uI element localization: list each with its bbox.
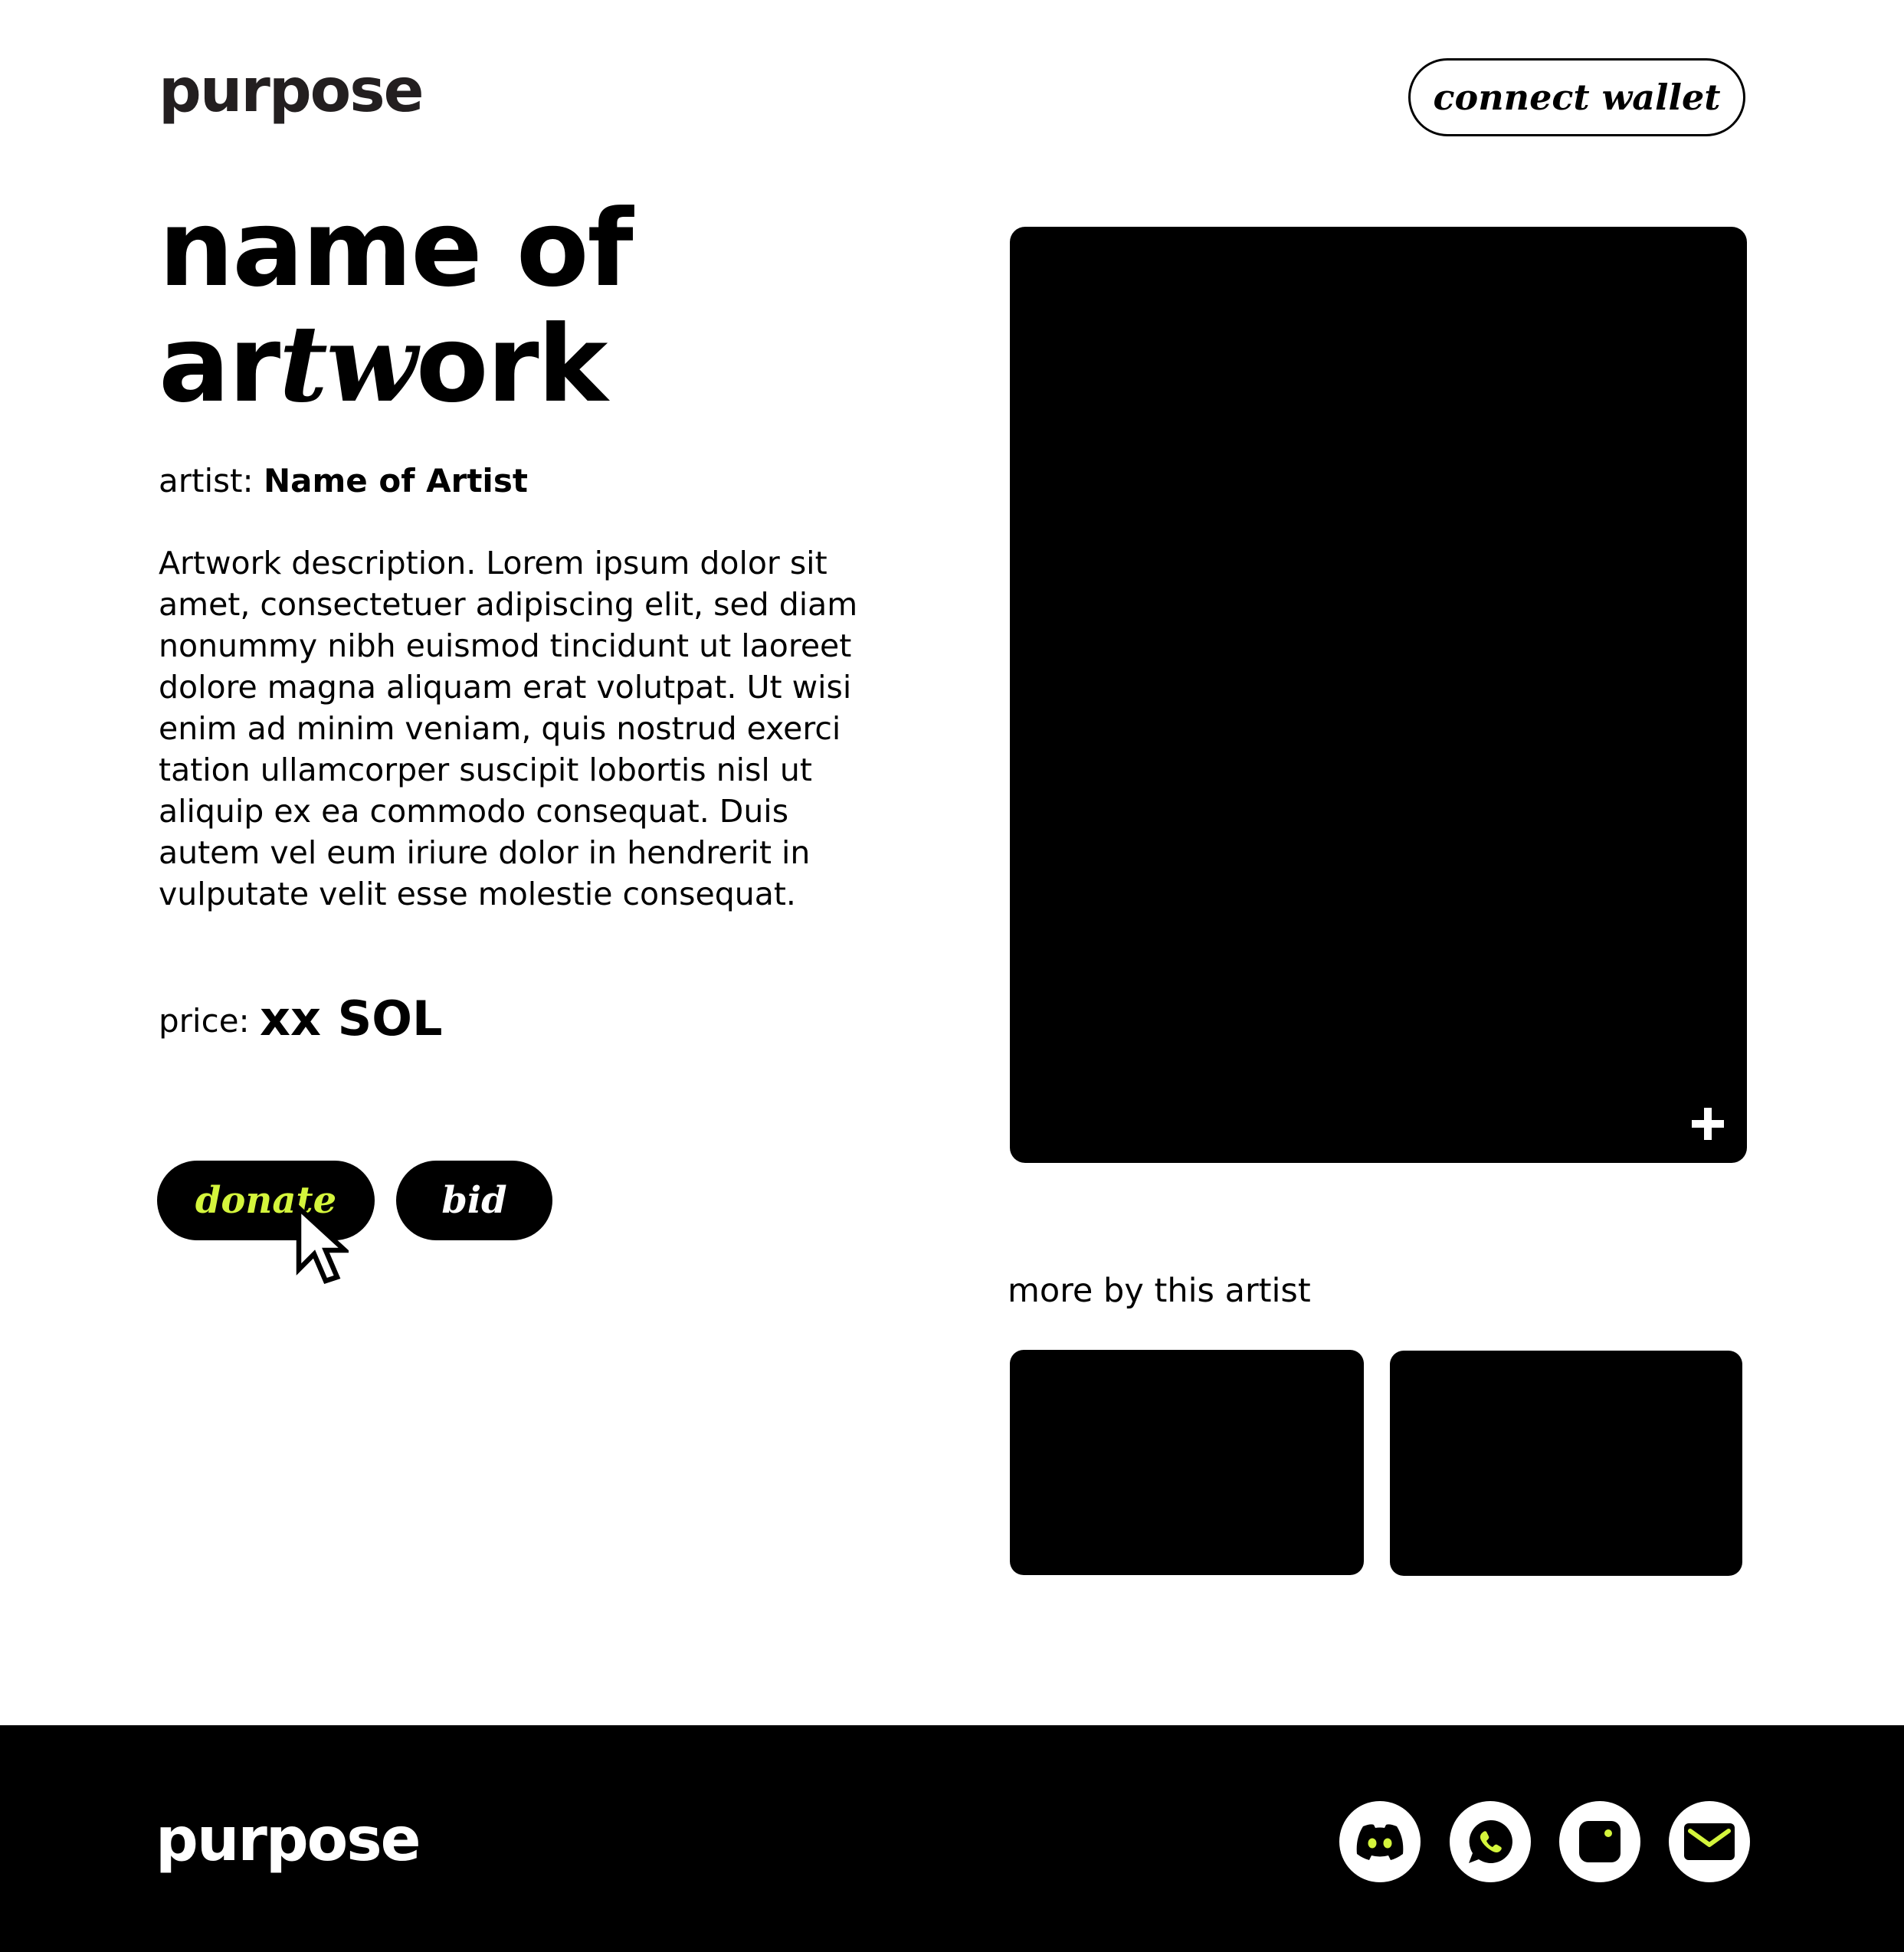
artwork-title-line1: name of	[159, 187, 634, 310]
email-link[interactable]	[1669, 1801, 1750, 1882]
artwork-title-line2-script: tw	[279, 301, 418, 426]
price-value: xx SOL	[260, 991, 443, 1046]
more-artwork-thumbnail[interactable]	[1390, 1351, 1742, 1576]
bid-button[interactable]: bid	[396, 1161, 552, 1240]
artwork-title-line2-part1: ar	[159, 303, 280, 426]
price-line: price: xx SOL	[159, 988, 442, 1052]
discord-icon	[1356, 1824, 1404, 1860]
expand-plus-icon[interactable]	[1689, 1105, 1727, 1143]
instagram-link[interactable]	[1559, 1801, 1640, 1882]
artwork-description: Artwork description. Lorem ipsum dolor s…	[159, 545, 858, 912]
artist-line: artist: Name of Artist	[159, 458, 528, 504]
connect-wallet-button[interactable]: connect wallet	[1408, 58, 1745, 136]
artwork-title-line2-part3: ork	[415, 303, 608, 426]
header-logo[interactable]: purpose	[159, 61, 424, 121]
artist-label: artist:	[159, 462, 254, 499]
instagram-icon	[1579, 1821, 1621, 1862]
more-by-artist-label: more by this artist	[1008, 1272, 1311, 1310]
discord-link[interactable]	[1339, 1801, 1421, 1882]
price-label: price:	[159, 1002, 250, 1040]
whatsapp-icon	[1469, 1819, 1512, 1863]
artwork-image	[1010, 227, 1747, 1163]
artwork-title: name of artwork	[159, 192, 634, 422]
more-artwork-thumbnail[interactable]	[1010, 1350, 1364, 1575]
whatsapp-link[interactable]	[1450, 1801, 1531, 1882]
footer-logo[interactable]: purpose	[156, 1810, 421, 1870]
pointer-cursor-icon	[296, 1204, 349, 1285]
email-icon	[1684, 1823, 1735, 1860]
artist-name: Name of Artist	[264, 462, 528, 499]
